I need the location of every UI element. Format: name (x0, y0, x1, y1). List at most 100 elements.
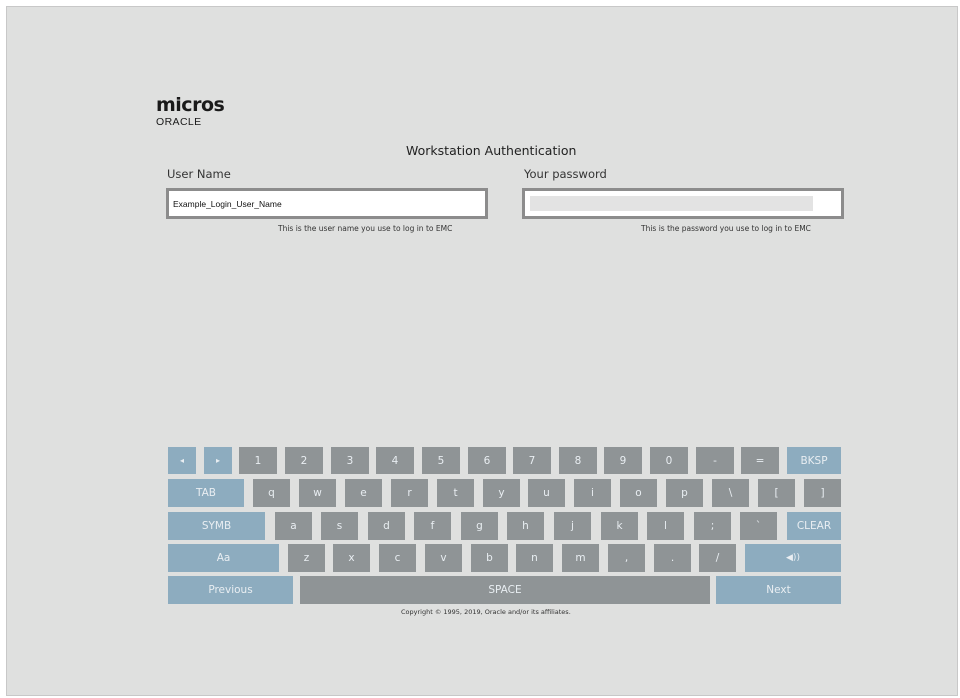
key[interactable]: 8 (559, 447, 597, 474)
key[interactable]: b (471, 544, 508, 572)
key-label: h (522, 520, 529, 532)
key[interactable]: c (379, 544, 416, 572)
key[interactable]: ` (740, 512, 777, 540)
key[interactable]: s (321, 512, 358, 540)
key[interactable]: 0 (650, 447, 688, 474)
key-label: - (713, 454, 717, 467)
key[interactable]: [ (758, 479, 795, 507)
key[interactable]: m (562, 544, 599, 572)
password-hint: This is the password you use to log in t… (641, 224, 811, 233)
key[interactable]: j (554, 512, 591, 540)
arrow-left-key[interactable]: ◂ (168, 447, 196, 474)
key-label: Aa (216, 552, 231, 564)
key[interactable]: y (483, 479, 520, 507)
key-label: o (635, 487, 642, 499)
clear-key[interactable]: CLEAR (787, 512, 841, 540)
key-label: e (360, 487, 367, 499)
key[interactable]: g (461, 512, 498, 540)
key[interactable]: = (741, 447, 779, 474)
key-label: b (486, 552, 493, 564)
backspace-key[interactable]: BKSP (787, 447, 841, 474)
key[interactable]: d (368, 512, 405, 540)
password-input[interactable] (522, 188, 844, 219)
key-label: l (664, 520, 667, 532)
key-label: j (571, 520, 574, 532)
key[interactable]: h (507, 512, 544, 540)
key[interactable]: 6 (468, 447, 506, 474)
key-label: g (476, 520, 483, 532)
key[interactable]: l (647, 512, 684, 540)
key[interactable]: o (620, 479, 657, 507)
key[interactable]: 1 (239, 447, 277, 474)
key[interactable]: 2 (285, 447, 323, 474)
logo-sub: ORACLE (156, 116, 202, 128)
key[interactable]: 3 (331, 447, 369, 474)
password-masked-value (530, 196, 813, 211)
key-label: a (290, 520, 297, 532)
key-label: n (531, 552, 538, 564)
key[interactable]: 4 (376, 447, 414, 474)
speaker-key[interactable]: ◀)) (745, 544, 841, 572)
key[interactable]: e (345, 479, 382, 507)
key-label: / (715, 552, 720, 564)
key-label: Next (766, 584, 791, 596)
key[interactable]: / (699, 544, 736, 572)
key[interactable]: v (425, 544, 462, 572)
username-input[interactable]: Example_Login_User_Name (166, 188, 488, 219)
key[interactable]: i (574, 479, 611, 507)
key-label: v (440, 552, 447, 564)
arrow-left-icon: ◂ (179, 456, 184, 465)
key-label: , (624, 552, 629, 564)
key[interactable]: \ (712, 479, 749, 507)
key[interactable]: q (253, 479, 290, 507)
arrow-right-icon: ▸ (215, 456, 220, 465)
key-label: t (453, 487, 458, 499)
key-label: s (336, 520, 343, 532)
key-label: k (616, 520, 623, 532)
key[interactable]: ; (694, 512, 731, 540)
key[interactable]: t (437, 479, 474, 507)
key[interactable]: 7 (513, 447, 551, 474)
key-label: 2 (300, 454, 308, 467)
key[interactable]: . (654, 544, 691, 572)
key[interactable]: u (528, 479, 565, 507)
key[interactable]: p (666, 479, 703, 507)
key-label: Previous (208, 584, 253, 596)
previous-button[interactable]: Previous (168, 576, 293, 604)
key-label: [ (774, 487, 779, 499)
key[interactable]: , (608, 544, 645, 572)
tab-key[interactable]: TAB (168, 479, 244, 507)
key-label: 9 (619, 454, 627, 467)
username-hint: This is the user name you use to log in … (278, 224, 453, 233)
arrow-right-key[interactable]: ▸ (204, 447, 232, 474)
case-toggle-key[interactable]: Aa (168, 544, 279, 572)
key-label: q (268, 487, 275, 499)
space-key[interactable]: SPACE (300, 576, 710, 604)
key-label: r (407, 487, 412, 499)
key-label: 7 (528, 454, 536, 467)
key-label: 6 (483, 454, 491, 467)
key-label: z (303, 552, 310, 564)
key[interactable]: r (391, 479, 428, 507)
key[interactable]: ] (804, 479, 841, 507)
copyright: Copyright © 1995, 2019, Oracle and/or it… (401, 608, 571, 616)
key[interactable]: 5 (422, 447, 460, 474)
next-button[interactable]: Next (716, 576, 841, 604)
key[interactable]: w (299, 479, 336, 507)
key[interactable]: - (696, 447, 734, 474)
username-label: User Name (167, 167, 231, 181)
symb-key[interactable]: SYMB (168, 512, 265, 540)
key[interactable]: f (414, 512, 451, 540)
key-label: m (575, 552, 586, 564)
key[interactable]: a (275, 512, 312, 540)
key[interactable]: 9 (604, 447, 642, 474)
key-label: w (313, 487, 322, 499)
key[interactable]: z (288, 544, 325, 572)
key-label: ` (755, 520, 762, 532)
key-label: \ (728, 487, 733, 499)
key-label: u (543, 487, 550, 499)
key[interactable]: k (601, 512, 638, 540)
key[interactable]: x (333, 544, 370, 572)
key-label: CLEAR (796, 520, 832, 532)
key[interactable]: n (516, 544, 553, 572)
